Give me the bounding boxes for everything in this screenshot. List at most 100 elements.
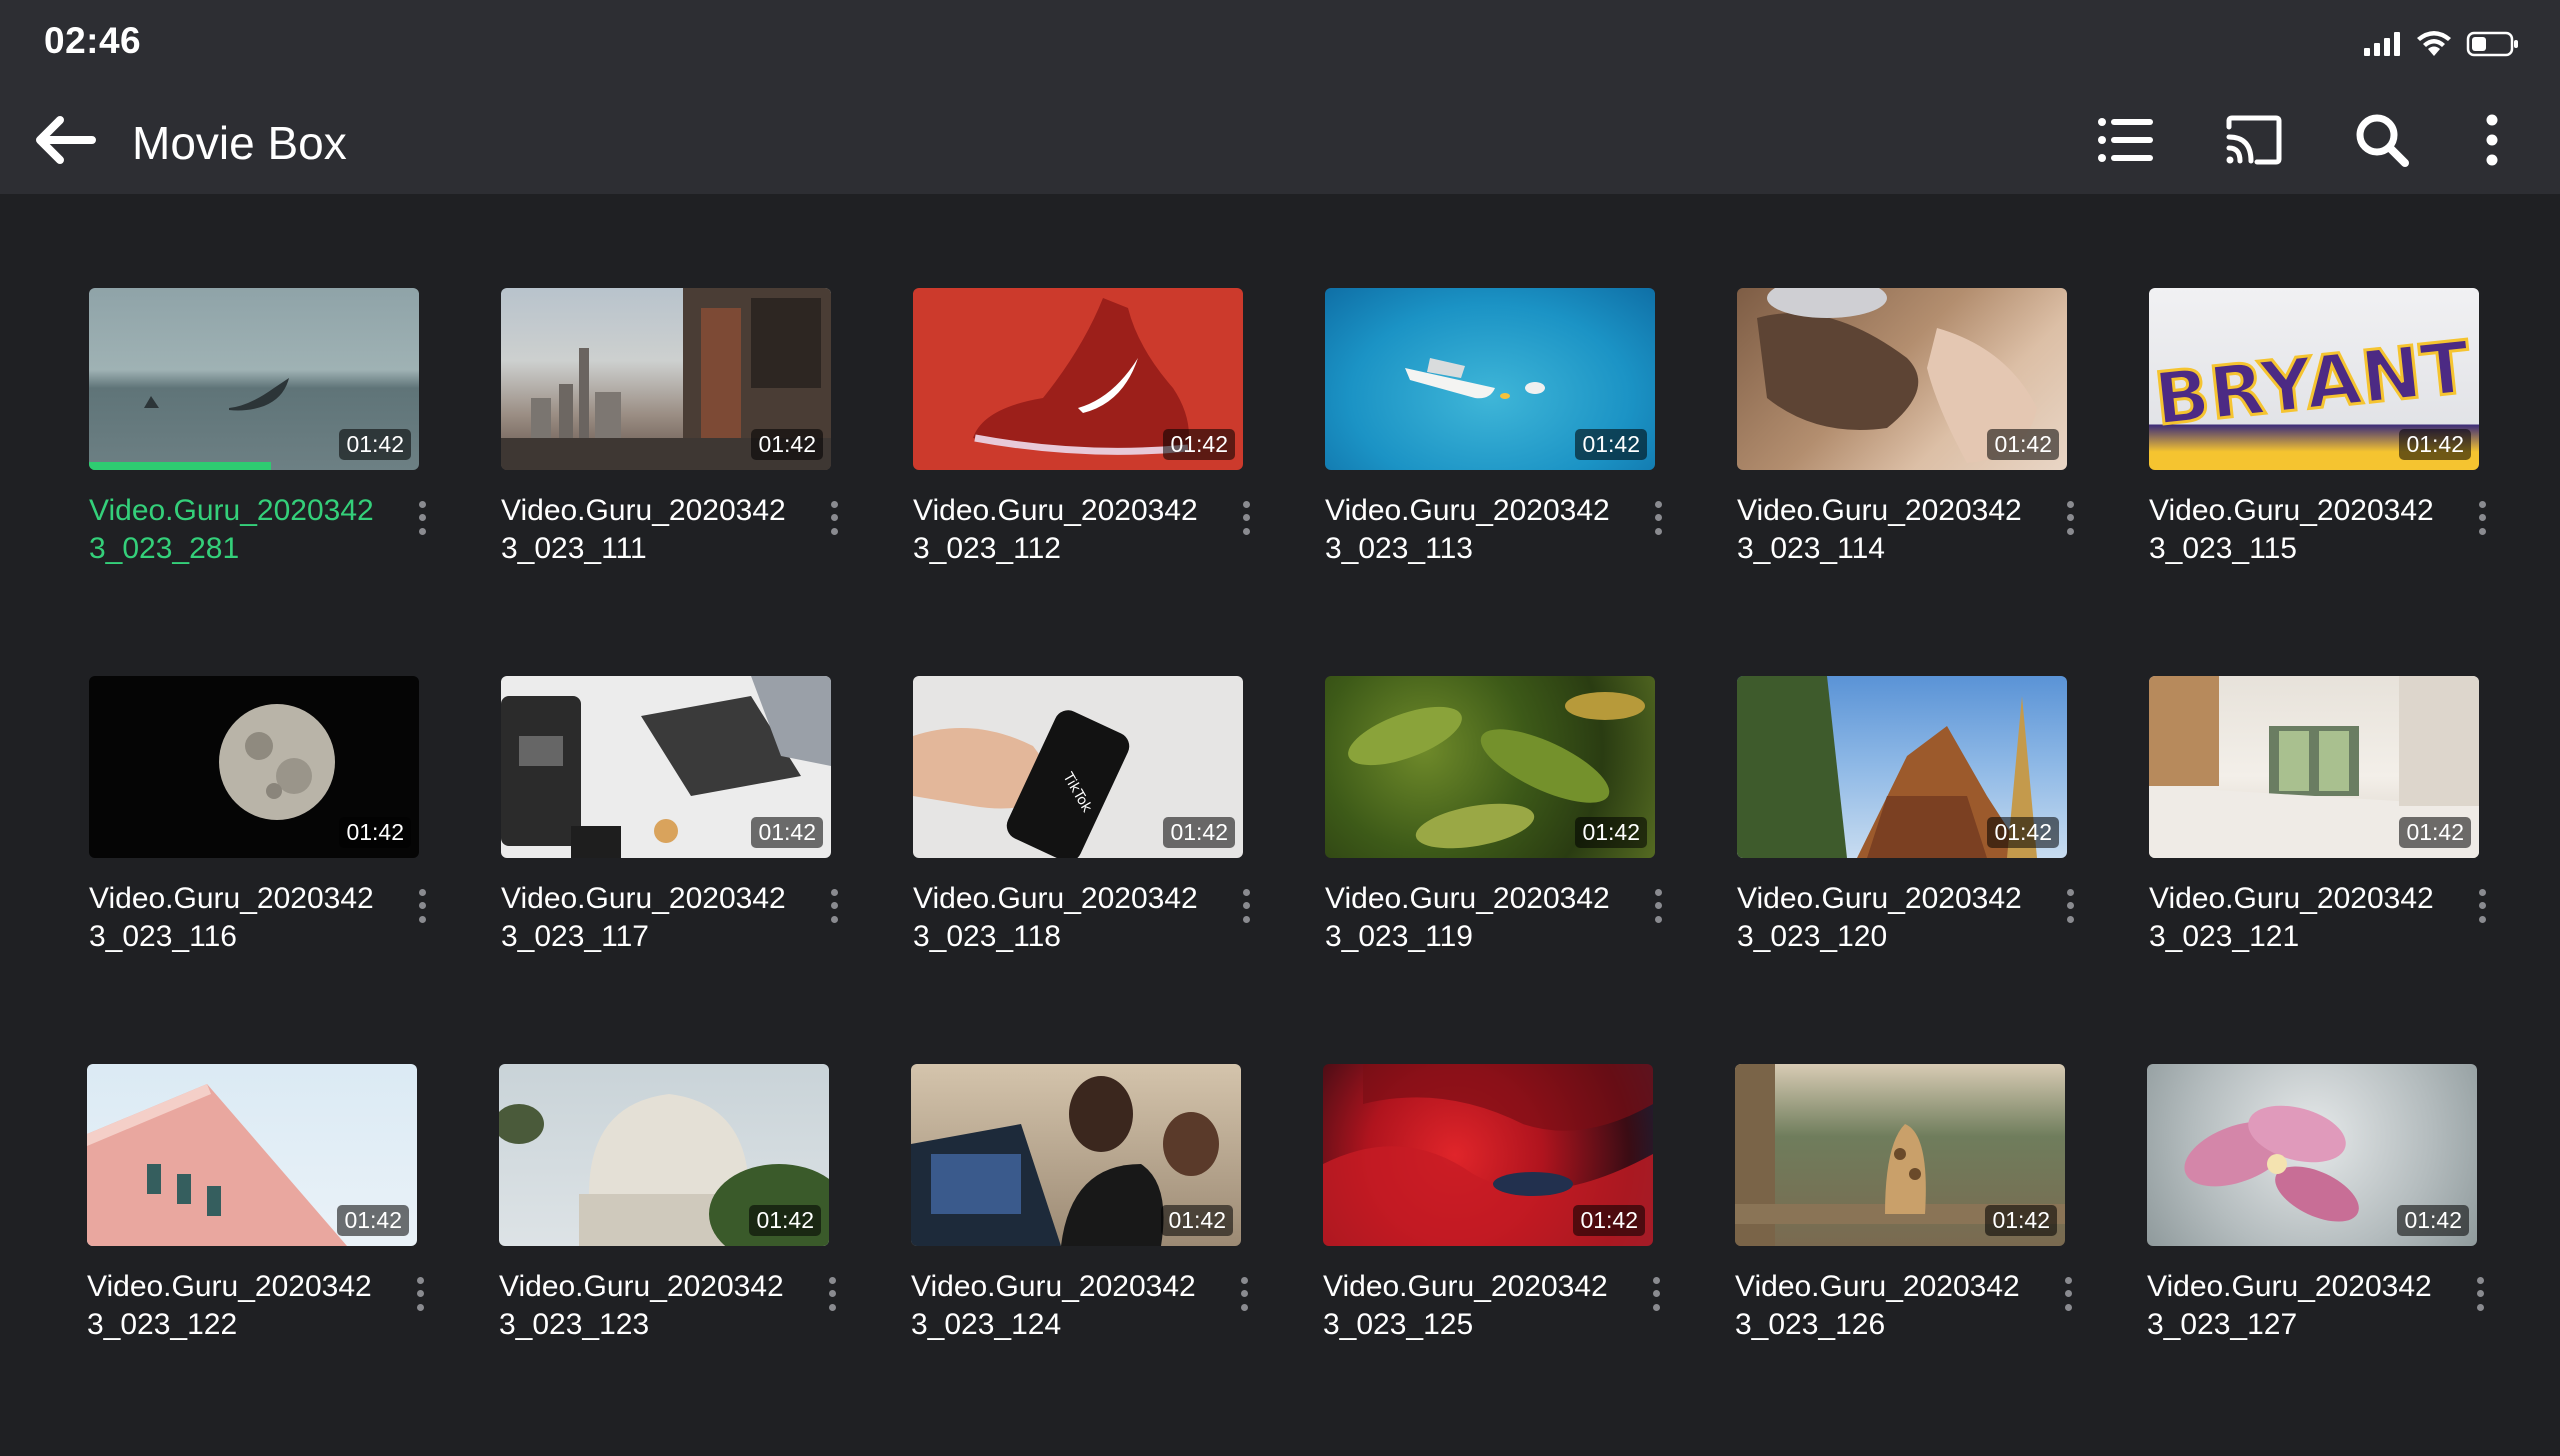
video-card[interactable]: 01:42 Video.Guru_20203423_023_117 [501,676,841,976]
video-title[interactable]: Video.Guru_20203423_023_281 [89,492,389,568]
video-card[interactable]: 01:42 Video.Guru_20203423_023_113 [1325,288,1665,588]
cast-button[interactable] [2216,106,2292,174]
video-more-button[interactable] [2465,1274,2495,1314]
search-icon [2356,114,2409,167]
video-thumbnail[interactable]: 01:42 [1735,1064,2065,1246]
video-more-button[interactable] [405,1274,435,1314]
video-title[interactable]: Video.Guru_20203423_023_112 [913,492,1213,568]
video-card[interactable]: 01:42 Video.Guru_20203423_023_120 [1737,676,2077,976]
video-card[interactable]: 01:42 Video.Guru_20203423_023_281 [89,288,429,588]
video-thumbnail[interactable]: TikTok 01:42 [913,676,1243,858]
video-title[interactable]: Video.Guru_20203423_023_127 [2147,1268,2447,1344]
video-more-button[interactable] [407,498,437,538]
video-thumbnail[interactable]: 01:42 [1323,1064,1653,1246]
video-title[interactable]: Video.Guru_20203423_023_117 [501,880,801,956]
video-thumbnail[interactable]: 01:42 [1325,676,1655,858]
video-title[interactable]: Video.Guru_20203423_023_111 [501,492,801,568]
video-duration: 01:42 [2397,1205,2469,1236]
video-duration: 01:42 [1987,817,2059,848]
search-button[interactable] [2344,106,2420,174]
video-card[interactable]: 01:42 Video.Guru_20203423_023_125 [1323,1064,1663,1364]
video-more-button[interactable] [1231,498,1261,538]
video-thumbnail[interactable]: 01:42 [1737,288,2067,470]
video-thumbnail[interactable]: 01:42 [501,676,831,858]
back-arrow-icon [36,116,96,164]
more-options-button[interactable] [2454,106,2530,174]
video-duration: 01:42 [1163,817,1235,848]
video-more-button[interactable] [819,498,849,538]
video-card[interactable]: 01:42 Video.Guru_20203423_023_112 [913,288,1253,588]
back-button[interactable] [28,110,100,170]
video-thumbnail[interactable]: 01:42 [1325,288,1655,470]
video-duration: 01:42 [749,1205,821,1236]
status-icons [2362,28,2520,64]
video-title[interactable]: Video.Guru_20203423_023_124 [911,1268,1211,1344]
status-time: 02:46 [44,20,142,61]
video-duration: 01:42 [751,429,823,460]
list-view-icon [2098,118,2153,162]
wifi-icon [2416,30,2452,63]
video-card[interactable]: 01:42 Video.Guru_20203423_023_122 [87,1064,427,1364]
video-thumbnail[interactable]: 01:42 [501,288,831,470]
list-view-button[interactable] [2088,106,2164,174]
video-card[interactable]: 01:42 Video.Guru_20203423_023_123 [499,1064,839,1364]
video-more-button[interactable] [1643,498,1673,538]
video-more-button[interactable] [1231,886,1261,926]
video-title[interactable]: Video.Guru_20203423_023_125 [1323,1268,1623,1344]
video-title[interactable]: Video.Guru_20203423_023_122 [87,1268,387,1344]
video-title[interactable]: Video.Guru_20203423_023_114 [1737,492,2037,568]
video-more-button[interactable] [2467,886,2497,926]
page-title: Movie Box [132,117,347,169]
video-card[interactable]: 01:42 Video.Guru_20203423_023_124 [911,1064,1251,1364]
video-grid: 01:42 Video.Guru_20203423_023_281 01:42 … [0,194,2560,1456]
video-title[interactable]: Video.Guru_20203423_023_113 [1325,492,1625,568]
video-thumbnail[interactable]: 01:42 [87,1064,417,1246]
video-duration: 01:42 [751,817,823,848]
video-thumbnail[interactable]: 01:42 [2149,676,2479,858]
video-title[interactable]: Video.Guru_20203423_023_121 [2149,880,2449,956]
video-more-button[interactable] [2055,498,2085,538]
video-duration: 01:42 [1575,817,1647,848]
video-title[interactable]: Video.Guru_20203423_023_126 [1735,1268,2035,1344]
video-card[interactable]: 01:42 Video.Guru_20203423_023_114 [1737,288,2077,588]
video-title[interactable]: Video.Guru_20203423_023_120 [1737,880,2037,956]
video-card[interactable]: BRYANT 01:42 Video.Guru_20203423_023_115 [2149,288,2489,588]
video-thumbnail[interactable]: 01:42 [2147,1064,2477,1246]
video-card[interactable]: 01:42 Video.Guru_20203423_023_126 [1735,1064,2075,1364]
video-thumbnail[interactable]: 01:42 [911,1064,1241,1246]
video-title[interactable]: Video.Guru_20203423_023_118 [913,880,1213,956]
video-card[interactable]: 01:42 Video.Guru_20203423_023_116 [89,676,429,976]
video-duration: 01:42 [1987,429,2059,460]
video-card[interactable]: TikTok 01:42 Video.Guru_20203423_023_118 [913,676,1253,976]
video-title[interactable]: Video.Guru_20203423_023_115 [2149,492,2449,568]
video-duration: 01:42 [2399,817,2471,848]
video-more-button[interactable] [817,1274,847,1314]
video-card[interactable]: 01:42 Video.Guru_20203423_023_119 [1325,676,1665,976]
video-thumbnail[interactable]: 01:42 [89,288,419,470]
video-duration: 01:42 [1161,1205,1233,1236]
video-more-button[interactable] [1641,1274,1671,1314]
video-card[interactable]: 01:42 Video.Guru_20203423_023_121 [2149,676,2489,976]
video-more-button[interactable] [2053,1274,2083,1314]
video-more-button[interactable] [2467,498,2497,538]
video-thumbnail[interactable]: 01:42 [499,1064,829,1246]
video-thumbnail[interactable]: 01:42 [1737,676,2067,858]
video-card[interactable]: 01:42 Video.Guru_20203423_023_111 [501,288,841,588]
video-duration: 01:42 [2399,429,2471,460]
video-more-button[interactable] [819,886,849,926]
video-more-button[interactable] [2055,886,2085,926]
more-vert-icon [2486,114,2498,166]
video-thumbnail[interactable]: 01:42 [913,288,1243,470]
video-more-button[interactable] [1643,886,1673,926]
cast-icon [2226,115,2282,165]
video-thumbnail[interactable]: 01:42 [89,676,419,858]
signal-icon [2362,30,2402,63]
video-title[interactable]: Video.Guru_20203423_023_123 [499,1268,799,1344]
video-more-button[interactable] [407,886,437,926]
video-thumbnail[interactable]: BRYANT 01:42 [2149,288,2479,470]
video-duration: 01:42 [337,1205,409,1236]
video-more-button[interactable] [1229,1274,1259,1314]
video-title[interactable]: Video.Guru_20203423_023_119 [1325,880,1625,956]
video-title[interactable]: Video.Guru_20203423_023_116 [89,880,389,956]
video-card[interactable]: 01:42 Video.Guru_20203423_023_127 [2147,1064,2487,1364]
